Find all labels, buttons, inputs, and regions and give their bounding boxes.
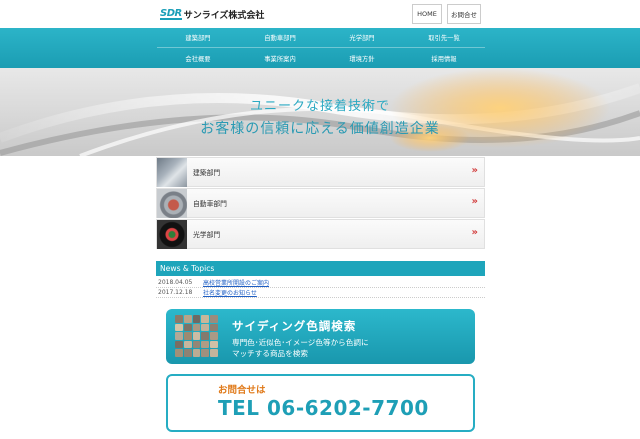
color-swatch	[183, 349, 192, 357]
nav-item-architecture[interactable]: 建築部門	[157, 28, 239, 48]
nav-item-clients[interactable]: 取引先一覧	[403, 28, 485, 48]
hero-headline-line1: ユニークな接着技術で	[249, 99, 390, 114]
color-swatch	[201, 323, 210, 332]
color-swatch	[201, 315, 210, 323]
nav-item-environment[interactable]: 環境方針	[321, 48, 403, 68]
division-label: 自動車部門	[193, 200, 227, 208]
site-header: SDR サンライズ株式会社 HOME お問合せ	[0, 0, 640, 28]
contact-button[interactable]: お問合せ	[447, 4, 481, 24]
color-swatch	[192, 340, 201, 349]
color-swatch	[175, 315, 183, 323]
nav-item-optics[interactable]: 光学部門	[321, 28, 403, 48]
color-swatch	[201, 332, 210, 340]
color-swatch	[210, 349, 218, 357]
chevron-right-icon: »	[471, 196, 478, 207]
news-item: 2018.04.05 高校営業所開設のご案内	[156, 278, 485, 288]
division-item-optics[interactable]: 光学部門 »	[156, 219, 485, 249]
color-swatch	[192, 323, 201, 332]
color-swatch	[183, 315, 192, 323]
chevron-right-icon: »	[471, 165, 478, 176]
siding-subtitle-line2: マッチする商品を検索	[232, 349, 308, 358]
news-item: 2017.12.18 社名変更のお知らせ	[156, 288, 485, 298]
division-list: 建築部門 » 自動車部門 » 光学部門 »	[156, 157, 485, 250]
color-swatch	[201, 349, 210, 357]
color-swatch	[175, 332, 183, 340]
nav-item-recruit[interactable]: 採用情報	[403, 48, 485, 68]
color-swatch	[175, 323, 183, 332]
news-heading: News & Topics	[156, 261, 485, 276]
news-list: 2018.04.05 高校営業所開設のご案内 2017.12.18 社名変更のお…	[156, 278, 485, 298]
siding-color-search-banner[interactable]: サイディング色調検索 専門色･近似色･イメージ色等から色調に マッチする商品を検…	[166, 309, 475, 364]
color-swatch	[175, 349, 183, 357]
color-swatch	[210, 332, 218, 340]
color-swatch	[210, 340, 218, 349]
division-item-automotive[interactable]: 自動車部門 »	[156, 188, 485, 218]
news-link[interactable]: 高校営業所開設のご案内	[203, 278, 269, 287]
logo[interactable]: SDR サンライズ株式会社	[160, 7, 264, 21]
main-nav: 建築部門 自動車部門 光学部門 取引先一覧 会社概要 事業所案内 環境方針 採用…	[0, 28, 640, 68]
color-swatch	[201, 340, 210, 349]
color-swatch-grid	[175, 315, 218, 357]
division-label: 光学部門	[193, 231, 221, 239]
color-swatch	[183, 340, 192, 349]
division-label: 建築部門	[193, 169, 221, 177]
color-swatch	[210, 315, 218, 323]
nav-item-automotive[interactable]: 自動車部門	[239, 28, 321, 48]
news-date: 2018.04.05	[158, 279, 193, 286]
contact-phone-number[interactable]: TEL 06-6202-7700	[218, 396, 429, 420]
contact-label: お問合せは	[218, 385, 266, 396]
color-swatch	[183, 323, 192, 332]
car-part-thumbnail	[157, 188, 187, 218]
color-swatch	[192, 332, 201, 340]
color-swatch	[175, 340, 183, 349]
hero-banner: ユニークな接着技術で お客様の信頼に応える価値創造企業	[0, 68, 640, 156]
building-thumbnail	[157, 157, 187, 187]
nav-item-offices[interactable]: 事業所案内	[239, 48, 321, 68]
color-swatch	[192, 349, 201, 357]
color-swatch	[192, 315, 201, 323]
nav-item-company[interactable]: 会社概要	[157, 48, 239, 68]
logo-text: サンライズ株式会社	[183, 10, 265, 21]
division-item-architecture[interactable]: 建築部門 »	[156, 157, 485, 187]
hero-headline-line2: お客様の信頼に応える価値創造企業	[200, 121, 440, 137]
siding-subtitle-line1: 専門色･近似色･イメージ色等から色調に	[232, 338, 369, 347]
lens-thumbnail	[157, 219, 187, 249]
news-date: 2017.12.18	[158, 289, 193, 296]
siding-title: サイディング色調検索	[232, 319, 357, 333]
contact-phone-box[interactable]: お問合せは TEL 06-6202-7700	[166, 374, 475, 432]
color-swatch	[210, 323, 218, 332]
color-swatch	[183, 332, 192, 340]
news-link[interactable]: 社名変更のお知らせ	[203, 288, 257, 297]
logo-mark: SDR	[160, 7, 182, 20]
home-button[interactable]: HOME	[412, 4, 442, 24]
chevron-right-icon: »	[471, 227, 478, 238]
